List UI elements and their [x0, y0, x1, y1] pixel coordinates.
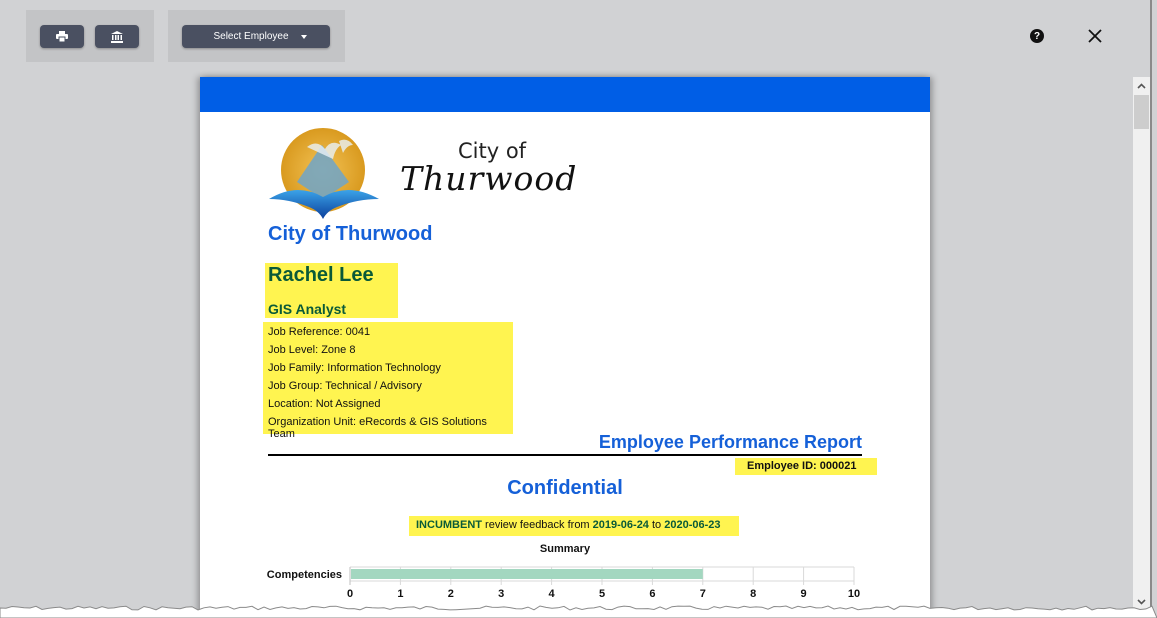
employee-name: Rachel Lee: [268, 264, 374, 286]
city-logo: [269, 128, 379, 219]
x-tick-label: 4: [549, 588, 556, 600]
toolbar-group-actions: [26, 10, 154, 62]
bar-competencies: [351, 569, 703, 579]
x-tick-label: 10: [848, 588, 860, 600]
job-level: Job Level: Zone 8: [268, 344, 356, 356]
x-tick-label: 5: [599, 588, 605, 600]
question-circle-icon[interactable]: ?: [1030, 29, 1044, 43]
print-icon: [56, 31, 68, 42]
job-details-block: Job Reference: 0041 Job Level: Zone 8 Jo…: [263, 322, 513, 440]
close-icon[interactable]: [1086, 27, 1104, 45]
x-tick-label: 6: [649, 588, 655, 600]
chart-title: Summary: [539, 543, 591, 555]
toolbar-group-employee: Select Employee: [168, 10, 345, 62]
vertical-scrollbar[interactable]: [1133, 77, 1150, 610]
organization-title: City of Thurwood: [268, 223, 433, 245]
x-tick-label: 0: [347, 588, 353, 600]
feedback-range-text: INCUMBENT review feedback from 2019-06-2…: [416, 519, 721, 531]
job-group: Job Group: Technical / Advisory: [268, 380, 422, 392]
feedback-text-to: to: [648, 519, 665, 531]
feedback-end-date: 2020-06-23: [664, 519, 721, 531]
employee-name-block: Rachel Lee GIS Analyst: [265, 263, 398, 318]
reviewer-type: INCUMBENT: [416, 519, 482, 531]
job-reference: Job Reference: 0041: [268, 326, 371, 338]
divider: [268, 454, 862, 456]
print-button[interactable]: [40, 25, 84, 48]
logo-text-thurwood: Thurwood: [400, 159, 578, 198]
institution-icon: [111, 30, 123, 43]
job-family: Job Family: Information Technology: [268, 362, 441, 374]
torn-edge-decoration: [0, 605, 1157, 618]
employee-id-block: Employee ID: 000021: [735, 458, 877, 475]
x-tick-label: 3: [498, 588, 504, 600]
window-edge: [1150, 0, 1152, 610]
scroll-thumb[interactable]: [1134, 95, 1149, 129]
report-banner: [200, 77, 930, 112]
select-employee-dropdown[interactable]: Select Employee: [182, 25, 330, 48]
x-tick-label: 7: [700, 588, 706, 600]
employee-job-title: GIS Analyst: [268, 301, 347, 317]
feedback-start-date: 2019-06-24: [592, 519, 649, 531]
x-tick-label: 8: [750, 588, 756, 600]
x-tick-label: 9: [801, 588, 807, 600]
caret-down-icon: [300, 34, 307, 39]
x-tick-label: 2: [448, 588, 454, 600]
select-employee-label: Select Employee: [213, 31, 289, 42]
institution-button[interactable]: [95, 25, 139, 48]
scroll-up-button[interactable]: [1133, 77, 1150, 94]
confidential-heading: Confidential: [507, 477, 623, 499]
x-tick-label: 1: [397, 588, 403, 600]
feedback-text-mid: review feedback from: [482, 519, 593, 531]
chevron-up-icon: [1137, 82, 1146, 89]
report-page: City of Thurwood City of Thurwood Rachel…: [200, 77, 930, 618]
category-label: Competencies: [267, 569, 342, 581]
location: Location: Not Assigned: [268, 398, 381, 410]
employee-id: Employee ID: 000021: [747, 460, 857, 472]
feedback-range-block: INCUMBENT review feedback from 2019-06-2…: [409, 516, 739, 536]
report-title: Employee Performance Report: [598, 432, 862, 452]
organization-unit: Organization Unit: eRecords & GIS Soluti…: [268, 416, 487, 440]
